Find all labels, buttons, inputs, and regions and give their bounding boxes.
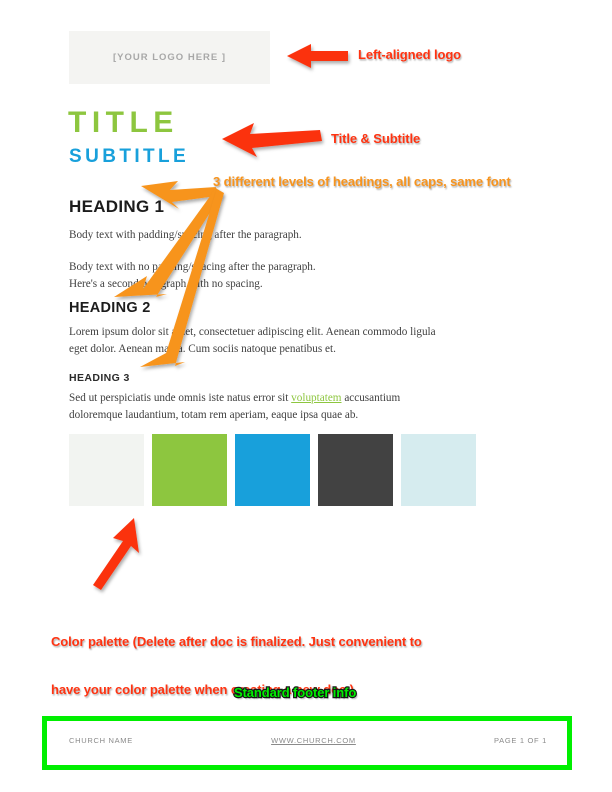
color-palette xyxy=(69,434,476,506)
color-swatch-pale-cyan[interactable] xyxy=(401,434,476,506)
annotation-title-label: Title & Subtitle xyxy=(330,130,422,148)
color-swatch-blue[interactable] xyxy=(235,434,310,506)
arrow-to-title xyxy=(222,123,322,157)
color-swatch-dark-gray[interactable] xyxy=(318,434,393,506)
annotation-footer-label: Standard footer info xyxy=(233,684,358,701)
document-page: [YOUR LOGO HERE ] TITLE SUBTITLE HEADING… xyxy=(0,0,612,792)
annotation-palette-label: Color palette (Delete after doc is final… xyxy=(50,601,423,731)
logo-placeholder-text: [YOUR LOGO HERE ] xyxy=(112,52,227,63)
body-paragraph-3: Lorem ipsum dolor sit amet, consectetuer… xyxy=(69,326,436,355)
body-paragraph-4: Sed ut perspiciatis unde omnis iste natu… xyxy=(69,390,449,424)
body-paragraph-2-line-1: Body text with no padding/spacing after … xyxy=(69,261,316,273)
body-paragraph-2: Body text with no padding/spacing after … xyxy=(69,259,449,293)
annotation-palette-line-1: Color palette (Delete after doc is final… xyxy=(50,632,423,650)
footer: CHURCH NAME WWW.CHURCH.COM PAGE 1 OF 1 xyxy=(69,736,547,745)
footer-website-link[interactable]: WWW.CHURCH.COM xyxy=(271,736,356,745)
arrow-to-logo xyxy=(287,44,348,68)
inline-link-voluptatem[interactable]: voluptatem xyxy=(291,392,341,404)
color-swatch-green[interactable] xyxy=(152,434,227,506)
document-title: TITLE xyxy=(68,106,179,139)
footer-page-number: PAGE 1 OF 1 xyxy=(494,736,547,745)
heading-1: HEADING 1 xyxy=(69,197,165,216)
footer-church-name: CHURCH NAME xyxy=(69,736,133,745)
annotation-headings-label: 3 different levels of headings, all caps… xyxy=(212,173,512,191)
document-subtitle: SUBTITLE xyxy=(69,146,190,167)
body-paragraph-1: Body text with padding/spacing after the… xyxy=(69,229,302,241)
arrow-to-palette xyxy=(93,518,139,590)
heading-3: HEADING 3 xyxy=(69,372,130,384)
heading-2: HEADING 2 xyxy=(69,300,151,316)
logo-placeholder-box[interactable]: [YOUR LOGO HERE ] xyxy=(69,31,270,84)
body-paragraph-4-prefix: Sed ut perspiciatis unde omnis iste natu… xyxy=(69,392,292,404)
annotation-logo-label: Left-aligned logo xyxy=(357,46,463,64)
color-swatch-off-white[interactable] xyxy=(69,434,144,506)
body-paragraph-2-line-2: Here's a second paragraph with no spacin… xyxy=(69,278,263,290)
